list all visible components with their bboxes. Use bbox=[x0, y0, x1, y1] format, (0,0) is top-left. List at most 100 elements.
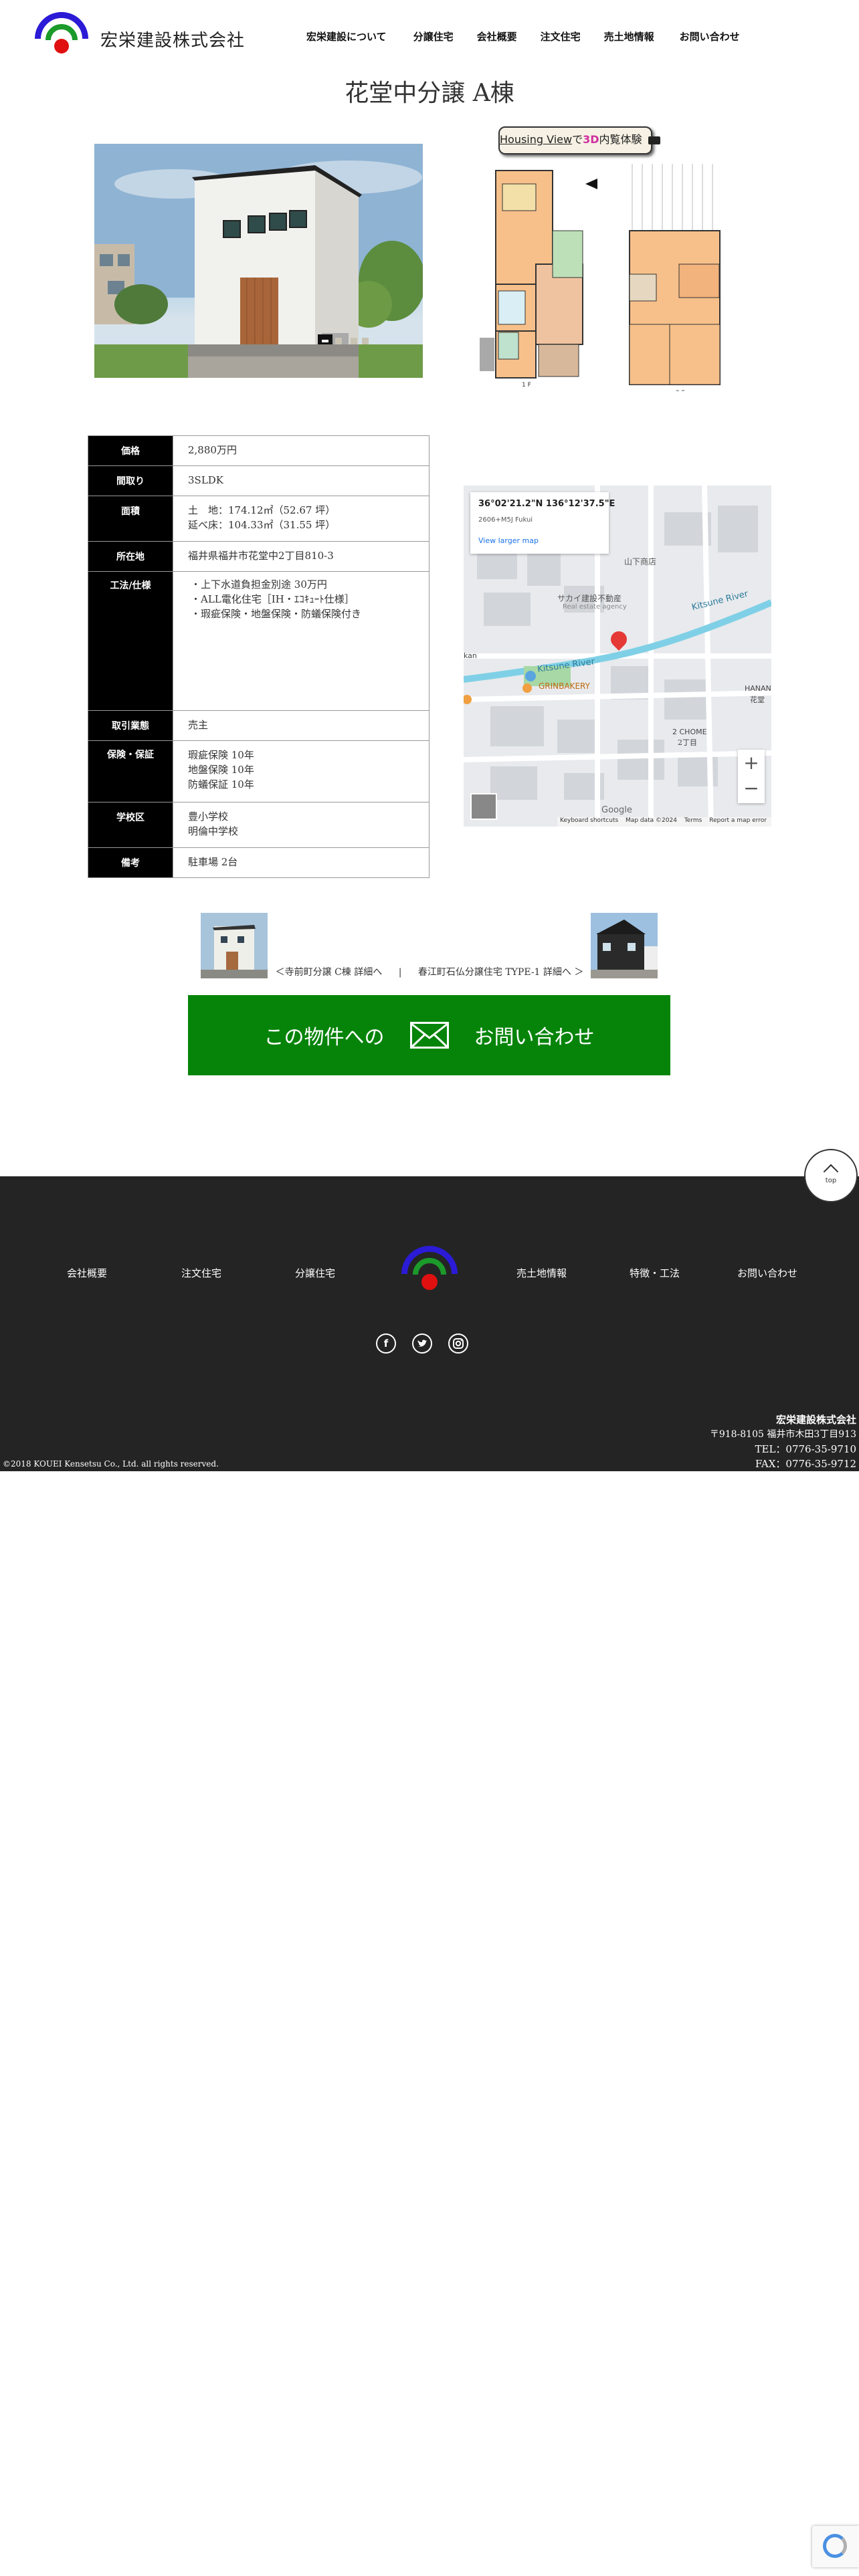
map-shortcuts-link[interactable]: Keyboard shortcuts bbox=[560, 817, 618, 824]
spec-value: 2,880万円 bbox=[188, 444, 237, 456]
spec-label: 工法/仕様 bbox=[88, 571, 173, 711]
spec-table: 価格 2,880万円 間取り 3SLDK 面積 土 地：174.12㎡（52.6… bbox=[88, 435, 430, 878]
google-logo: Google bbox=[601, 805, 632, 815]
map-label-chome: 2 CHOME bbox=[672, 728, 707, 736]
cta-label-right: お問い合わせ bbox=[474, 1026, 595, 1049]
spec-row-price: 価格 2,880万円 bbox=[88, 435, 430, 466]
nav-custom-home[interactable]: 注文住宅 bbox=[541, 29, 581, 43]
mail-icon bbox=[409, 1022, 449, 1049]
spec-value: 地盤保険 10年 bbox=[188, 764, 254, 776]
map-footer-bar: Keyboard shortcuts Map data ©2024 Terms … bbox=[557, 817, 771, 827]
logo-red-dot bbox=[54, 39, 69, 53]
footer-address: 〒918-8105 福井市木田3丁目913 bbox=[709, 1429, 856, 1440]
nav-about[interactable]: 宏栄建設について bbox=[306, 29, 387, 43]
footer-nav-custom-home[interactable]: 注文住宅 bbox=[181, 1266, 221, 1280]
spec-label: 取引業態 bbox=[88, 710, 173, 741]
spec-value: 明倫中学校 bbox=[188, 825, 239, 837]
spec-label: 面積 bbox=[88, 496, 173, 542]
facebook-icon[interactable]: f bbox=[376, 1333, 396, 1354]
house-rendering-image bbox=[94, 144, 423, 378]
spec-row-address: 所在地 福井県福井市花堂中2丁目810-3 bbox=[88, 541, 430, 572]
floor-1-label: 1 F bbox=[522, 382, 531, 389]
footer-company-info: 宏栄建設株式会社 〒918-8105 福井市木田3丁目913 TEL：0776-… bbox=[710, 1412, 856, 1471]
nav-contact[interactable]: お問い合わせ bbox=[680, 29, 740, 43]
map-label-bakery: GRINBAKERY bbox=[539, 681, 590, 691]
spec-value: 防蟻保証 10年 bbox=[188, 778, 254, 790]
spec-label: 学校区 bbox=[88, 802, 173, 848]
spec-value: ・瑕疵保険・地盤保険・防蟻保険付き bbox=[191, 608, 362, 620]
twitter-icon[interactable] bbox=[412, 1333, 432, 1354]
footer-tel: TEL：0776-35-9710 bbox=[755, 1443, 857, 1455]
copyright: ©2018 KOUEI Kensetsu Co., Ltd. all right… bbox=[3, 1459, 219, 1469]
zoom-out-button[interactable]: − bbox=[738, 776, 765, 803]
spec-value: 豊小学校 bbox=[188, 811, 229, 823]
footer-nav-features[interactable]: 特徴・工法 bbox=[630, 1266, 680, 1280]
spec-label: 所在地 bbox=[88, 541, 173, 572]
spec-value: 土 地：174.12㎡（52.67 坪） bbox=[188, 504, 336, 516]
page-title: 花堂中分譲 A棟 bbox=[345, 80, 514, 107]
map-label-chome-jp: 2丁目 bbox=[678, 738, 697, 747]
map-report-link[interactable]: Report a map error bbox=[709, 817, 767, 824]
property-pager: ＜寺前町分譲 C棟 詳細へ | 春江町石仏分譲住宅 TYPE-1 詳細へ ＞ bbox=[0, 965, 859, 978]
logo-red-dot bbox=[421, 1274, 438, 1290]
spec-row-construction: 工法/仕様 ・上下水道負担金別途 30万円 ・ALL電化住宅［IH・ｴｺｷｭｰﾄ… bbox=[88, 571, 430, 711]
nav-land[interactable]: 売土地情報 bbox=[604, 29, 654, 43]
recaptcha-badge[interactable] bbox=[812, 2526, 859, 2567]
spec-value: 延べ床：104.33㎡（31.55 坪） bbox=[188, 519, 336, 531]
map-pluscode: 2606+M5J Fukui bbox=[478, 516, 533, 524]
footer-nav-bunjou[interactable]: 分譲住宅 bbox=[295, 1266, 335, 1280]
spec-value: ・上下水道負担金別途 30万円 bbox=[191, 578, 327, 591]
instagram-icon[interactable] bbox=[448, 1333, 468, 1354]
spec-label: 備考 bbox=[88, 847, 173, 878]
footer-company-name: 宏栄建設株式会社 bbox=[775, 1414, 856, 1426]
spec-value: 福井県福井市花堂中2丁目810-3 bbox=[188, 550, 334, 562]
floor-2-label: 2 F bbox=[676, 390, 685, 391]
site-logo[interactable] bbox=[35, 12, 95, 59]
spec-row-warranty: 保険・保証 瑕疵保険 10年 地盤保険 10年 防蟻保証 10年 bbox=[88, 740, 430, 802]
contact-about-property-button[interactable]: この物件への お問い合わせ bbox=[188, 995, 670, 1075]
spec-label: 間取り bbox=[88, 465, 173, 496]
zoom-in-button[interactable]: + bbox=[738, 750, 765, 776]
spec-row-transaction: 取引業態 売主 bbox=[88, 710, 430, 741]
footer-fax: FAX：0776-35-9712 bbox=[755, 1458, 856, 1470]
map-label-realestate: サカイ建設不動産 bbox=[557, 594, 622, 603]
footer-nav-company[interactable]: 会社概要 bbox=[67, 1266, 107, 1280]
map-label-realestate-sub: Real estate agency bbox=[563, 603, 627, 611]
site-footer: 会社概要 注文住宅 分譲住宅 売土地情報 特徴・工法 お問い合わせ f 宏栄建設… bbox=[0, 1176, 859, 1471]
spec-value: 駐車場 2台 bbox=[188, 856, 238, 868]
spec-value: 瑕疵保険 10年 bbox=[188, 749, 254, 761]
nav-bunjou[interactable]: 分譲住宅 bbox=[413, 29, 454, 43]
recaptcha-icon bbox=[823, 2534, 847, 2558]
map-label-area: HANANDI bbox=[745, 684, 771, 693]
map-terms-link[interactable]: Terms bbox=[684, 817, 702, 824]
spec-label: 価格 bbox=[88, 435, 173, 466]
pager-separator: | bbox=[398, 967, 402, 978]
spec-row-school: 学校区 豊小学校 明倫中学校 bbox=[88, 802, 430, 848]
map-larger-link[interactable]: View larger map bbox=[478, 536, 539, 545]
map-label-area-jp: 花堂 bbox=[750, 695, 765, 704]
main-nav: 宏栄建設について 分譲住宅 会社概要 注文住宅 売土地情報 お問い合わせ bbox=[306, 29, 740, 43]
cta-label-left: この物件への bbox=[264, 1026, 385, 1049]
floorplan-panel: Housing Viewで3D内覧体験 1 F 2 F bbox=[478, 124, 733, 395]
spec-value: 3SLDK bbox=[188, 474, 224, 486]
map-label-left-cut: kan bbox=[464, 651, 477, 660]
prev-property-link[interactable]: ＜寺前町分譲 C棟 詳細へ bbox=[276, 967, 383, 978]
map-label-store: 山下商店 bbox=[624, 557, 657, 566]
footer-nav-contact[interactable]: お問い合わせ bbox=[737, 1266, 797, 1280]
spec-row-notes: 備考 駐車場 2台 bbox=[88, 847, 430, 878]
footer-nav-land[interactable]: 売土地情報 bbox=[516, 1266, 567, 1280]
spec-row-layout: 間取り 3SLDK bbox=[88, 465, 430, 496]
spec-value: 売主 bbox=[188, 719, 209, 731]
back-to-top-button[interactable]: top bbox=[804, 1149, 858, 1202]
nav-company[interactable]: 会社概要 bbox=[477, 29, 517, 43]
map-type-toggle[interactable] bbox=[470, 793, 497, 820]
company-name[interactable]: 宏栄建設株式会社 bbox=[100, 27, 245, 51]
next-property-link[interactable]: 春江町石仏分譲住宅 TYPE-1 詳細へ ＞ bbox=[418, 967, 583, 978]
floorplan-drawing: 1 F 2 F bbox=[480, 164, 721, 391]
google-map[interactable]: 36°02'21.2"N 136°12'37.5"E 2606+M5J Fuku… bbox=[464, 486, 771, 827]
map-coords: 36°02'21.2"N 136°12'37.5"E bbox=[478, 499, 615, 509]
map-info-card: 36°02'21.2"N 136°12'37.5"E 2606+M5J Fuku… bbox=[470, 492, 615, 554]
spec-value: ・ALL電化住宅［IH・ｴｺｷｭｰﾄ仕様］ bbox=[191, 593, 355, 605]
map-data-text: Map data ©2024 bbox=[626, 817, 677, 824]
footer-logo[interactable] bbox=[401, 1246, 458, 1293]
